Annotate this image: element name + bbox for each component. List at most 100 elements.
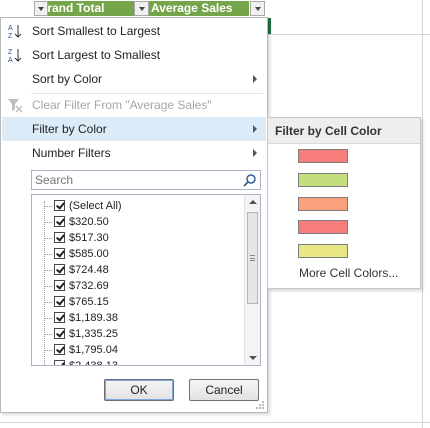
cell-color-swatch-1[interactable] <box>298 149 348 163</box>
list-item[interactable]: $585.00 <box>32 246 242 262</box>
list-item-label: $724.48 <box>69 264 109 276</box>
list-item[interactable]: $1,189.38 <box>32 310 242 326</box>
list-item-label: $1,189.38 <box>69 312 118 324</box>
svg-text:A: A <box>8 57 13 63</box>
resize-grip-icon[interactable] <box>255 400 265 410</box>
tree-guide-line <box>44 254 52 255</box>
search-box[interactable] <box>31 170 261 190</box>
checkbox[interactable] <box>54 360 65 365</box>
checkbox[interactable] <box>54 296 65 307</box>
average-sales-header: Average Sales <box>132 1 249 16</box>
sort-ascending-icon: A Z <box>8 25 22 39</box>
svg-text:Z: Z <box>8 33 13 39</box>
filter-by-color-item[interactable]: Filter by Color <box>2 117 266 141</box>
search-input[interactable] <box>32 171 232 189</box>
chevron-right-icon <box>253 125 257 133</box>
checkbox[interactable] <box>54 328 65 339</box>
list-item[interactable]: $1,795.04 <box>32 342 242 358</box>
tree-guide-line <box>44 270 52 271</box>
list-item-label: $320.50 <box>69 216 109 228</box>
tree-guide-line <box>44 238 52 239</box>
average-sales-filter-button[interactable] <box>134 1 149 16</box>
list-item[interactable]: $517.30 <box>32 230 242 246</box>
tree-guide-line <box>44 302 52 303</box>
chevron-down-icon <box>38 6 44 11</box>
tree-guide-line <box>44 318 52 319</box>
filter-values-list[interactable]: (Select All) $320.50 $517.30 $585.00 $724.48… <box>31 194 261 366</box>
selected-cell-edge <box>268 18 271 34</box>
submenu-header: Filter by Cell Color <box>268 118 420 144</box>
chevron-right-icon <box>253 149 257 157</box>
scroll-up-arrow-icon[interactable] <box>249 200 257 204</box>
checkbox[interactable] <box>54 232 65 243</box>
list-item[interactable]: $2,438.13 <box>32 358 242 366</box>
search-icon[interactable] <box>243 173 257 187</box>
list-item[interactable]: $732.69 <box>32 278 242 294</box>
list-item-label: $517.30 <box>69 232 109 244</box>
checkbox[interactable] <box>54 248 65 259</box>
cell-color-swatch-3[interactable] <box>298 197 348 211</box>
sort-by-color-item[interactable]: Sort by Color <box>2 67 266 91</box>
gridline <box>266 34 430 35</box>
clear-filter-item[interactable]: Clear Filter From "Average Sales" <box>2 93 266 117</box>
list-item[interactable]: $765.15 <box>32 294 242 310</box>
scrollbar-thumb[interactable] <box>247 212 258 304</box>
sort-ascending-label: Sort Smallest to Largest <box>32 24 161 38</box>
grand-total-header: Grand Total <box>34 1 132 16</box>
list-item-label: $732.69 <box>69 280 109 292</box>
list-item-label: $1,795.04 <box>69 344 118 356</box>
sort-ascending-item[interactable]: A Z Sort Smallest to Largest <box>2 19 266 43</box>
list-item[interactable]: $724.48 <box>32 262 242 278</box>
list-item[interactable]: $1,335.25 <box>32 326 242 342</box>
cell-color-swatch-5[interactable] <box>298 244 348 258</box>
svg-text:Z: Z <box>8 49 13 56</box>
filter-dropdown-button[interactable] <box>250 1 265 16</box>
average-sales-header-label: Average Sales <box>151 1 233 15</box>
cell-color-swatch-2[interactable] <box>298 173 348 187</box>
clear-filter-icon <box>8 99 23 113</box>
cancel-button[interactable]: Cancel <box>189 379 259 401</box>
sheet-header-row: Grand Total Average Sales <box>0 0 430 18</box>
list-item[interactable]: $320.50 <box>32 214 242 230</box>
filter-by-color-label: Filter by Color <box>32 122 107 136</box>
scroll-down-arrow-icon[interactable] <box>249 356 257 360</box>
chevron-down-icon <box>254 6 261 11</box>
tree-guide-line <box>44 286 52 287</box>
clear-filter-label: Clear Filter From "Average Sales" <box>32 98 212 112</box>
checkbox[interactable] <box>54 264 65 275</box>
checkbox[interactable] <box>54 216 65 227</box>
checkbox[interactable] <box>54 200 65 211</box>
autofilter-menu: A Z Sort Smallest to Largest Z A Sort La… <box>0 17 268 413</box>
chevron-right-icon <box>253 75 257 83</box>
chevron-down-icon <box>138 6 145 11</box>
list-item-label: $585.00 <box>69 248 109 260</box>
svg-text:A: A <box>8 25 13 32</box>
list-item-label: (Select All) <box>69 200 122 212</box>
sort-descending-item[interactable]: Z A Sort Largest to Smallest <box>2 43 266 67</box>
cell-color-swatch-4[interactable] <box>298 220 348 234</box>
list-item[interactable]: (Select All) <box>32 198 242 214</box>
list-item-label: $1,335.25 <box>69 328 118 340</box>
ok-button[interactable]: OK <box>104 379 174 401</box>
checkbox[interactable] <box>54 312 65 323</box>
number-filters-label: Number Filters <box>32 146 111 160</box>
sort-descending-icon: Z A <box>8 49 22 63</box>
filter-by-color-submenu: Filter by Cell Color More Cell Colors... <box>267 117 421 289</box>
grip-icon <box>250 255 255 261</box>
gridline <box>422 0 423 428</box>
more-cell-colors-link[interactable]: More Cell Colors... <box>299 266 398 280</box>
tree-guide-line <box>44 334 52 335</box>
sort-descending-label: Sort Largest to Smallest <box>32 48 161 62</box>
sort-by-color-label: Sort by Color <box>32 72 103 86</box>
tree-guide-line <box>44 222 52 223</box>
checkbox[interactable] <box>54 344 65 355</box>
tree-guide-line <box>44 350 52 351</box>
checkbox[interactable] <box>54 280 65 291</box>
list-item-label: $765.15 <box>69 296 109 308</box>
tree-guide-line <box>44 206 52 207</box>
number-filters-item[interactable]: Number Filters <box>2 141 266 165</box>
grand-total-dropdown-button[interactable] <box>34 1 48 16</box>
gridline <box>0 422 430 423</box>
list-scrollbar[interactable] <box>244 195 260 365</box>
list-item-label: $2,438.13 <box>69 360 118 366</box>
